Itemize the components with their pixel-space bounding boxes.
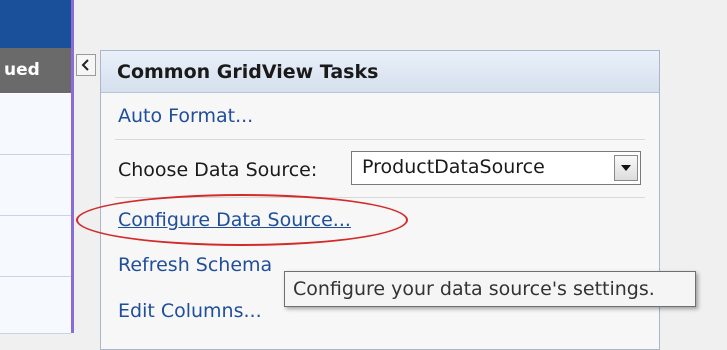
collapse-tasks-button[interactable] xyxy=(76,54,96,76)
chevron-down-icon xyxy=(621,165,631,171)
data-source-select[interactable]: ProductDataSource xyxy=(351,151,641,185)
grid-top-bar xyxy=(0,0,71,49)
panel-title: Common GridView Tasks xyxy=(101,51,659,93)
tooltip: Configure your data source's settings. xyxy=(284,271,696,307)
data-source-value: ProductDataSource xyxy=(362,156,545,178)
grid-row[interactable] xyxy=(0,155,71,216)
choose-data-source-label: Choose Data Source: xyxy=(118,159,318,181)
highlight-oval xyxy=(76,194,408,246)
refresh-schema-link[interactable]: Refresh Schema xyxy=(118,254,272,276)
grid-row[interactable] xyxy=(0,277,71,334)
chevron-left-icon xyxy=(81,59,89,71)
dropdown-arrow-button[interactable] xyxy=(614,155,638,181)
grid-column-header[interactable]: ued xyxy=(0,48,71,93)
separator xyxy=(115,139,645,140)
edit-columns-link[interactable]: Edit Columns... xyxy=(118,300,262,322)
grid-row[interactable] xyxy=(0,216,71,277)
grid-row[interactable] xyxy=(0,94,71,155)
auto-format-link[interactable]: Auto Format... xyxy=(118,105,253,127)
gridview[interactable]: ued xyxy=(0,0,71,334)
designer-boundary xyxy=(71,0,74,333)
